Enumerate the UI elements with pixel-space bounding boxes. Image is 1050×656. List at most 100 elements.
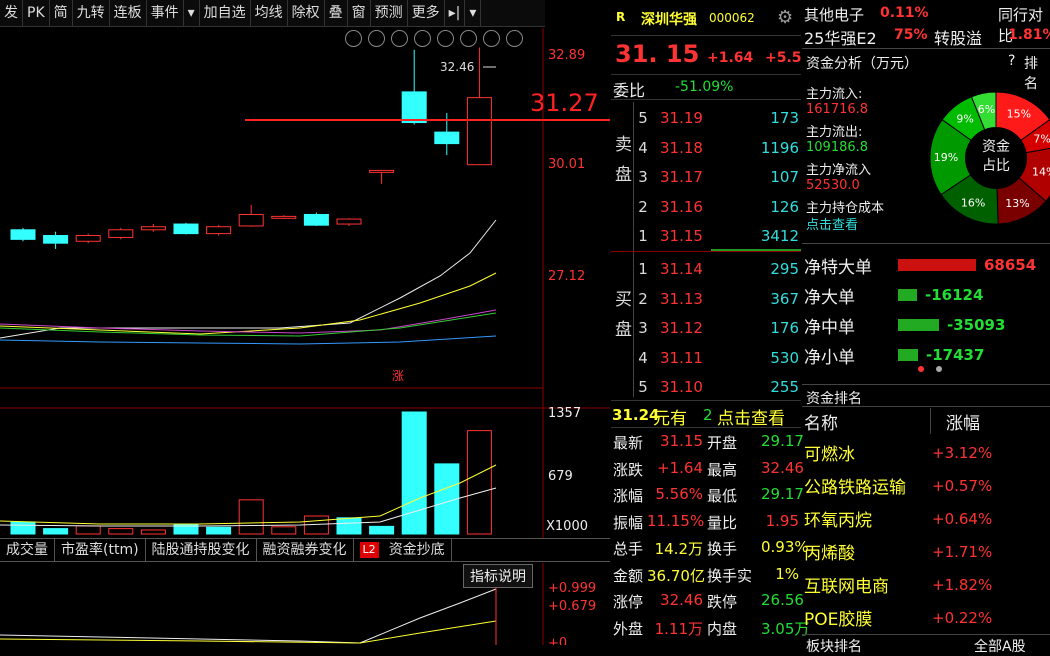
net-flow-value: -35093: [947, 316, 1006, 334]
rank-col-name[interactable]: 名称: [804, 409, 838, 434]
net-flow-bar: [898, 259, 976, 271]
indicator-label-top: +0.999: [548, 581, 596, 596]
kline-chart[interactable]: 32.89 30.01 27.12 31.27 32.46 涨 1357 679…: [0, 28, 610, 538]
order-row-sell[interactable]: 2 31.16 126: [611, 192, 801, 222]
rank-name: 公路铁路运输: [804, 478, 906, 498]
rank-row[interactable]: 丙烯酸 +1.71%: [802, 535, 1050, 568]
bond-premium-value: 1.81%: [1008, 27, 1050, 43]
moving-average-line: [0, 312, 497, 337]
toolbar-item[interactable]: 预测: [371, 0, 408, 27]
all-a-shares-footer[interactable]: 全部A股: [974, 636, 1026, 656]
order-row-buy[interactable]: 4 31.11 530: [611, 343, 801, 373]
promo-link[interactable]: 点击查看: [717, 404, 785, 429]
order-level: 5: [638, 109, 648, 127]
toolbar-item[interactable]: 九转: [73, 0, 110, 27]
order-level: 5: [638, 378, 648, 396]
toolbar-item[interactable]: 窗: [348, 0, 371, 27]
weibi-value: -51.09%: [675, 79, 734, 95]
stat-value: 32.46: [660, 591, 703, 609]
order-price: 31.14: [660, 260, 703, 278]
toolbar-item[interactable]: ▾: [184, 0, 200, 27]
order-row-sell[interactable]: 4 31.18 1196: [611, 133, 801, 163]
moving-average-line: [0, 309, 497, 334]
order-volume: 295: [770, 260, 799, 278]
toolbar-item[interactable]: 更多: [408, 0, 445, 27]
limit-up-marker: 涨: [392, 368, 404, 383]
volume-bar: [336, 517, 362, 535]
toolbar-item[interactable]: 除权: [288, 0, 325, 27]
volume-bar: [43, 528, 69, 535]
page-dot[interactable]: [936, 366, 942, 372]
toolbar-item[interactable]: 事件: [147, 0, 184, 27]
moving-average-line: [0, 219, 497, 339]
toolbar-item[interactable]: PK: [23, 0, 50, 27]
order-row-buy[interactable]: 5 31.10 255: [611, 372, 801, 402]
toolbar-item[interactable]: 叠: [325, 0, 348, 27]
rank-name: 可燃冰: [804, 445, 855, 465]
stat-label: 金额: [613, 566, 644, 585]
cost-link[interactable]: 点击查看: [806, 214, 858, 233]
order-price: 31.18: [660, 138, 703, 157]
order-row-buy[interactable]: 1 31.14 295: [611, 254, 801, 284]
toolbar-item[interactable]: 发: [0, 0, 23, 27]
order-level: 4: [638, 348, 648, 367]
weibi-label: 委比: [613, 81, 646, 100]
toolbar-item[interactable]: 加自选: [200, 0, 251, 27]
stat-label: 涨跌: [613, 460, 644, 479]
stat-value: 26.56: [761, 591, 804, 609]
promo-row[interactable]: 31.24 元有 2 点击查看: [611, 400, 801, 429]
rank-row[interactable]: 可燃冰 +3.12%: [802, 436, 1050, 469]
fund-help-icon[interactable]: ?: [1008, 53, 1015, 69]
net-flow-bar: [898, 289, 917, 301]
order-row-sell[interactable]: 3 31.17 107: [611, 162, 801, 192]
rank-row[interactable]: 公路铁路运输 +0.57%: [802, 469, 1050, 502]
stat-value: 32.46: [761, 458, 804, 477]
toolbar-item[interactable]: ▸|: [445, 0, 466, 27]
order-row-sell[interactable]: 5 31.19 173: [611, 103, 801, 133]
toolbar-item[interactable]: 均线: [251, 0, 288, 27]
rank-row[interactable]: POE胶膜 +0.22%: [802, 601, 1050, 634]
stat-value: 29.17: [761, 432, 804, 450]
order-level: 1: [638, 260, 648, 278]
order-level: 3: [638, 168, 648, 186]
tab-volume[interactable]: 成交量: [0, 539, 55, 561]
stat-value: 14.2万: [654, 540, 703, 558]
price-label-low: 27.12: [548, 269, 585, 284]
tab-pe-ttm[interactable]: 市盈率(ttm): [55, 539, 146, 561]
l2-badge: L2: [359, 542, 379, 558]
sector-name[interactable]: 其他电子: [804, 4, 864, 25]
rank-col-change[interactable]: 涨幅: [946, 409, 980, 434]
order-volume: 3412: [760, 227, 799, 245]
rank-row[interactable]: 互联网电商 +1.82%: [802, 568, 1050, 601]
stat-label: 换手实: [707, 566, 753, 585]
stat-label: 涨停: [613, 593, 644, 611]
toolbar-item[interactable]: 简: [50, 0, 73, 27]
pie-slice-label: 19%: [934, 151, 958, 164]
stat-value: 1.95: [765, 511, 799, 530]
order-row-buy[interactable]: 2 31.13 367: [611, 284, 801, 314]
net-flow-value: -17437: [926, 346, 985, 364]
fund-rank-link[interactable]: 排名: [1024, 53, 1050, 93]
sector-rank-footer[interactable]: 板块排名: [806, 636, 862, 656]
price-change-pct: +5.5: [765, 50, 802, 66]
tab-northbound[interactable]: 陆股通持股变化: [146, 539, 257, 561]
gear-icon[interactable]: ⚙: [777, 7, 793, 28]
stat-value: 3.05万: [761, 619, 810, 638]
toolbar-item[interactable]: 连板: [110, 0, 147, 27]
order-level: 4: [638, 138, 648, 157]
order-price: 31.17: [660, 168, 703, 186]
stat-label: 换手: [707, 540, 738, 558]
page-dot-active[interactable]: [918, 366, 924, 372]
candle-body: [271, 215, 297, 219]
stock-name[interactable]: 深圳华强: [641, 9, 697, 29]
toolbar-item[interactable]: ▾: [465, 0, 482, 27]
tab-margin[interactable]: 融资融券变化: [257, 539, 354, 561]
tab-bottom-fishing[interactable]: 资金抄底: [383, 539, 452, 561]
net-flow-label: 净小单: [804, 347, 855, 368]
order-row-sell[interactable]: 1 31.15 3412: [611, 221, 801, 251]
pie-slice-label: 6%: [978, 103, 995, 116]
rank-row[interactable]: 环氧丙烷 +0.64%: [802, 502, 1050, 535]
order-level: 2: [638, 289, 648, 308]
order-row-buy[interactable]: 3 31.12 176: [611, 313, 801, 343]
bond-name[interactable]: 25华强E2: [804, 25, 877, 49]
